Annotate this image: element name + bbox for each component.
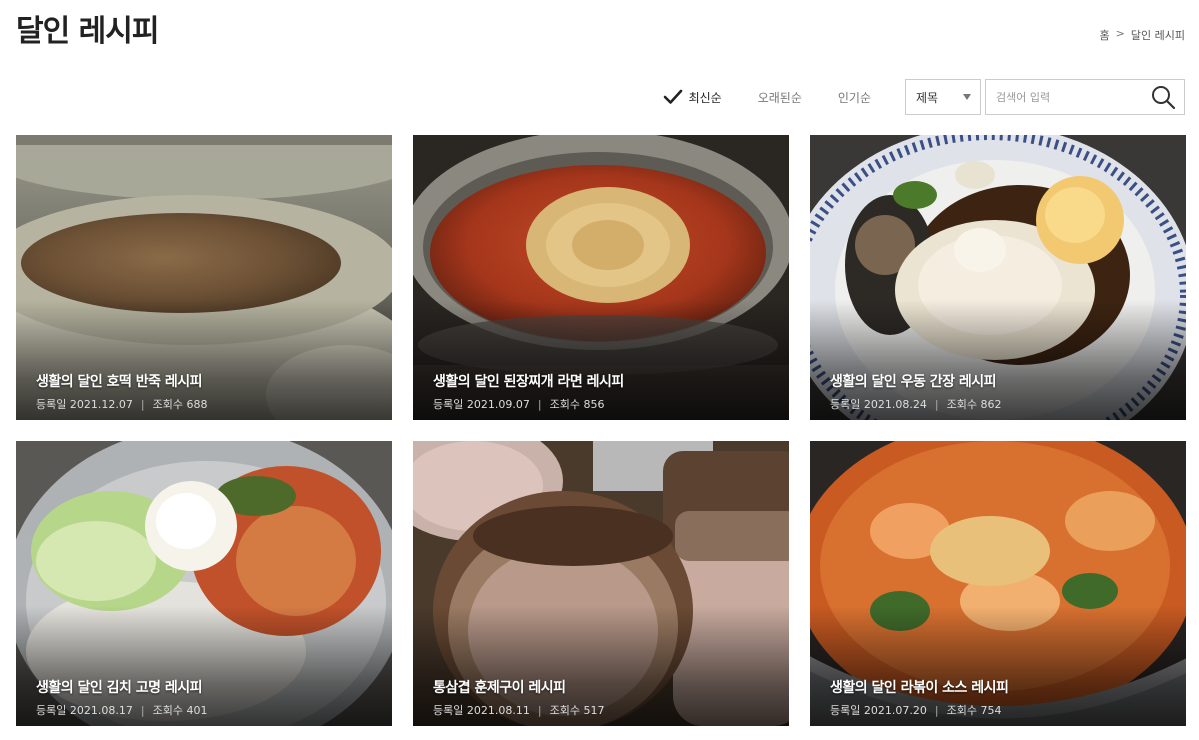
card-views: 862 — [980, 398, 1002, 411]
card-title: 생활의 달인 라볶이 소스 레시피 — [830, 680, 1009, 696]
breadcrumb-current: 달인 레시피 — [1130, 29, 1185, 42]
recipe-card[interactable]: 생활의 달인 된장찌개 라면 레시피 등록일 2021.09.07 | 조회수 … — [413, 135, 789, 420]
card-info: 생활의 달인 라볶이 소스 레시피 등록일 2021.07.20 | 조회수 7… — [830, 677, 1170, 718]
recipe-card[interactable]: 생활의 달인 김치 고명 레시피 등록일 2021.08.17 | 조회수 40… — [16, 441, 392, 726]
sort-latest-label: 최신순 — [688, 90, 722, 105]
card-date: 2021.07.20 — [863, 704, 927, 717]
breadcrumb-separator: > — [1115, 27, 1125, 40]
date-label: 등록일 — [36, 398, 67, 411]
views-label: 조회수 — [549, 704, 580, 717]
meta-divider: | — [140, 397, 145, 411]
card-date: 2021.08.11 — [466, 704, 530, 717]
card-title: 생활의 달인 김치 고명 레시피 — [36, 680, 203, 696]
breadcrumb-home-link[interactable]: 홈 — [1100, 27, 1110, 43]
card-meta: 등록일 2021.09.07 | 조회수 856 — [433, 396, 773, 412]
date-label: 등록일 — [830, 398, 861, 411]
card-views: 517 — [583, 704, 605, 717]
search-icon[interactable] — [1150, 84, 1176, 110]
recipe-card[interactable]: 생활의 달인 호떡 반죽 레시피 등록일 2021.12.07 | 조회수 68… — [16, 135, 392, 420]
date-label: 등록일 — [433, 704, 464, 717]
card-meta: 등록일 2021.12.07 | 조회수 688 — [36, 396, 376, 412]
recipe-card[interactable]: 생활의 달인 우동 간장 레시피 등록일 2021.08.24 | 조회수 86… — [810, 135, 1186, 420]
search-box — [985, 79, 1185, 115]
card-meta: 등록일 2021.07.20 | 조회수 754 — [830, 702, 1170, 718]
date-label: 등록일 — [433, 398, 464, 411]
card-views: 754 — [980, 704, 1002, 717]
card-date: 2021.12.07 — [69, 398, 133, 411]
card-info: 생활의 달인 호떡 반죽 레시피 등록일 2021.12.07 | 조회수 68… — [36, 371, 376, 412]
views-label: 조회수 — [946, 398, 977, 411]
card-date: 2021.08.24 — [863, 398, 927, 411]
breadcrumb: 홈 > 달인 레시피 — [1100, 27, 1185, 43]
card-info: 생활의 달인 된장찌개 라면 레시피 등록일 2021.09.07 | 조회수 … — [433, 371, 773, 412]
meta-divider: | — [537, 703, 542, 717]
card-title: 생활의 달인 된장찌개 라면 레시피 — [433, 374, 624, 390]
meta-divider: | — [934, 397, 939, 411]
search-field-select-value: 제목 — [916, 90, 939, 105]
card-title: 생활의 달인 호떡 반죽 레시피 — [36, 374, 203, 390]
meta-divider: | — [934, 703, 939, 717]
views-label: 조회수 — [549, 398, 580, 411]
recipe-card-grid: 생활의 달인 호떡 반죽 레시피 등록일 2021.12.07 | 조회수 68… — [16, 135, 1186, 726]
recipe-card[interactable]: 통삼겹 훈제구이 레시피 등록일 2021.08.11 | 조회수 517 — [413, 441, 789, 726]
card-views: 688 — [186, 398, 208, 411]
views-label: 조회수 — [152, 398, 183, 411]
views-label: 조회수 — [946, 704, 977, 717]
card-views: 856 — [583, 398, 605, 411]
card-title: 생활의 달인 우동 간장 레시피 — [830, 374, 997, 390]
card-info: 생활의 달인 우동 간장 레시피 등록일 2021.08.24 | 조회수 86… — [830, 371, 1170, 412]
search-input[interactable] — [996, 90, 1146, 104]
page-title: 달인 레시피 — [16, 14, 159, 49]
sort-popular-option[interactable]: 인기순 — [838, 79, 871, 115]
card-title: 통삼겹 훈제구이 레시피 — [433, 680, 566, 696]
card-meta: 등록일 2021.08.11 | 조회수 517 — [433, 702, 773, 718]
card-info: 생활의 달인 김치 고명 레시피 등록일 2021.08.17 | 조회수 40… — [36, 677, 376, 718]
meta-divider: | — [537, 397, 542, 411]
card-info: 통삼겹 훈제구이 레시피 등록일 2021.08.11 | 조회수 517 — [433, 677, 773, 718]
chevron-down-icon — [963, 94, 971, 100]
list-toolbar: 최신순 오래된순 인기순 제목 — [663, 79, 1185, 115]
sort-oldest-option[interactable]: 오래된순 — [758, 79, 802, 115]
meta-divider: | — [140, 703, 145, 717]
date-label: 등록일 — [830, 704, 861, 717]
card-date: 2021.08.17 — [69, 704, 133, 717]
date-label: 등록일 — [36, 704, 67, 717]
card-views: 401 — [186, 704, 208, 717]
recipe-card[interactable]: 생활의 달인 라볶이 소스 레시피 등록일 2021.07.20 | 조회수 7… — [810, 441, 1186, 726]
checkmark-icon — [663, 89, 682, 104]
card-meta: 등록일 2021.08.17 | 조회수 401 — [36, 702, 376, 718]
search-field-select[interactable]: 제목 — [905, 79, 981, 115]
sort-latest-option[interactable]: 최신순 — [663, 79, 722, 115]
views-label: 조회수 — [152, 704, 183, 717]
card-meta: 등록일 2021.08.24 | 조회수 862 — [830, 396, 1170, 412]
card-date: 2021.09.07 — [466, 398, 530, 411]
